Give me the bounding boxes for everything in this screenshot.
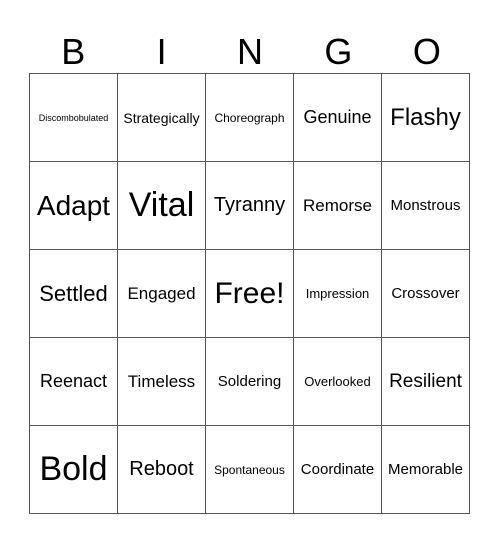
grid-row: Adapt Vital Tyranny Remorse Monstrous — [29, 161, 470, 250]
bingo-cell[interactable]: Remorse — [293, 161, 382, 250]
bingo-cell[interactable]: Spontaneous — [205, 425, 294, 514]
bingo-cell[interactable]: Flashy — [381, 73, 470, 162]
bingo-cell[interactable]: Resilient — [381, 337, 470, 426]
grid-row: Reenact Timeless Soldering Overlooked Resili… — [29, 337, 470, 426]
bingo-cell[interactable]: Timeless — [117, 337, 206, 426]
header-letter: G — [324, 31, 353, 72]
header-letter: I — [156, 31, 167, 72]
bingo-cell[interactable]: Reenact — [29, 337, 118, 426]
bingo-cell[interactable]: Settled — [29, 249, 118, 338]
bingo-cell[interactable]: Coordinate — [293, 425, 382, 514]
bingo-cell[interactable]: Tyranny — [205, 161, 294, 250]
bingo-cell[interactable]: Overlooked — [293, 337, 382, 426]
grid-row: Discombobulated Strategically Choreograph G… — [29, 73, 470, 162]
bingo-cell[interactable]: Monstrous — [381, 161, 470, 250]
bingo-grid: Discombobulated Strategically Choreograph G… — [29, 73, 470, 514]
bingo-cell[interactable]: Adapt — [29, 161, 118, 250]
bingo-header: B I N G O — [29, 30, 471, 73]
bingo-cell[interactable]: Memorable — [381, 425, 470, 514]
bingo-cell[interactable]: Genuine — [293, 73, 382, 162]
header-letter: N — [237, 31, 264, 72]
header-letter: O — [412, 31, 441, 72]
bingo-cell[interactable]: Engaged — [117, 249, 206, 338]
bingo-cell[interactable]: Strategically — [117, 73, 206, 162]
grid-row: Bold Reboot Spontaneous Coordinate Memorable — [29, 425, 470, 514]
bingo-cell[interactable]: Choreograph — [205, 73, 294, 162]
bingo-cell[interactable]: Reboot — [117, 425, 206, 514]
bingo-cell[interactable]: Bold — [29, 425, 118, 514]
bingo-cell[interactable]: Discombobulated — [29, 73, 118, 162]
header-letter: B — [61, 31, 86, 72]
bingo-cell[interactable]: Soldering — [205, 337, 294, 426]
bingo-cell[interactable]: Vital — [117, 161, 206, 250]
bingo-cell[interactable]: Crossover — [381, 249, 470, 338]
bingo-cell[interactable]: Impression — [293, 249, 382, 338]
free-space-cell[interactable]: Free! — [205, 249, 294, 338]
grid-row: Settled Engaged Free! Impression Crossover — [29, 249, 470, 338]
